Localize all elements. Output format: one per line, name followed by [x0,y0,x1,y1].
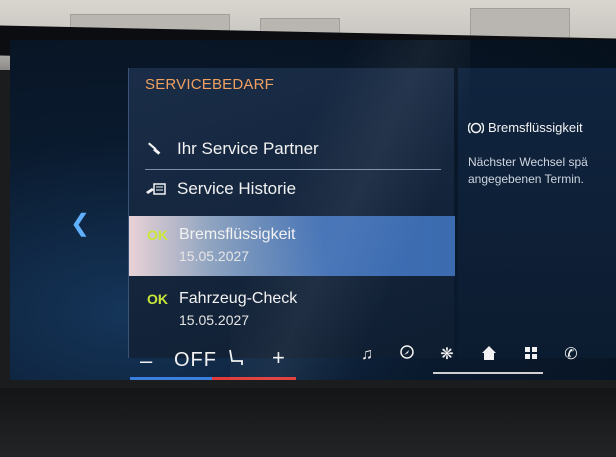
active-shortcut-indicator [433,372,543,374]
phone-icon[interactable]: ✆ [560,344,582,366]
fan-status[interactable]: OFF [174,349,217,372]
navigation-icon[interactable] [396,344,418,366]
menu-item-label: Service Historie [177,179,297,198]
detail-title: Bremsflüssigkeit [488,120,583,135]
status-badge: OK [147,291,168,307]
wrench-icon [145,139,165,159]
service-item-vehicle-check[interactable]: OK Fahrzeug-Check 15.05.2027 [129,280,455,340]
service-item-name: Bremsflüssigkeit [179,226,296,243]
service-item-date: 15.05.2027 [179,312,250,328]
service-item-date: 15.05.2027 [179,248,250,264]
temperature-warm-indicator [212,377,296,380]
music-icon[interactable]: ♫ [356,344,378,366]
temperature-cold-indicator [130,377,212,380]
fan-decrease-button[interactable]: – [140,348,152,374]
climate-bar: – OFF + [128,336,298,380]
status-badge: OK [147,227,168,243]
dashboard-trim [0,388,616,457]
menu-item-service-partner[interactable]: Ihr Service Partner [129,130,455,168]
menu-item-service-history[interactable]: Service Historie [129,170,455,208]
fan-icon[interactable]: ❋ [436,344,458,366]
detail-text-line: Nächster Wechsel spä [468,155,588,169]
shortcut-bar: ♫ ❋ ✆ [348,336,616,376]
seat-heating-icon[interactable] [226,348,244,373]
page-title: SERVICEBEDARF [145,76,275,93]
back-arrow-icon[interactable]: ❮ [70,212,90,236]
service-item-brake-fluid[interactable]: OK Bremsflüssigkeit 15.05.2027 [129,216,455,276]
service-menu-panel: SERVICEBEDARF Ihr Service Partner Servic… [128,68,455,358]
service-book-icon [145,179,166,199]
service-item-name: Fahrzeug-Check [179,290,298,307]
home-icon[interactable] [478,344,500,366]
infotainment-screen: ❮ SERVICEBEDARF Ihr Service Partner Serv… [10,40,616,380]
apps-grid-icon[interactable] [520,344,542,366]
fan-increase-button[interactable]: + [272,345,285,371]
detail-text-line: angegebenen Termin. [468,172,584,186]
detail-text: Nächster Wechsel spä angegebenen Termin. [468,154,616,188]
detail-panel: Bremsflüssigkeit Nächster Wechsel spä an… [458,68,616,358]
brake-warning-icon [467,120,485,136]
menu-item-label: Ihr Service Partner [177,139,319,158]
